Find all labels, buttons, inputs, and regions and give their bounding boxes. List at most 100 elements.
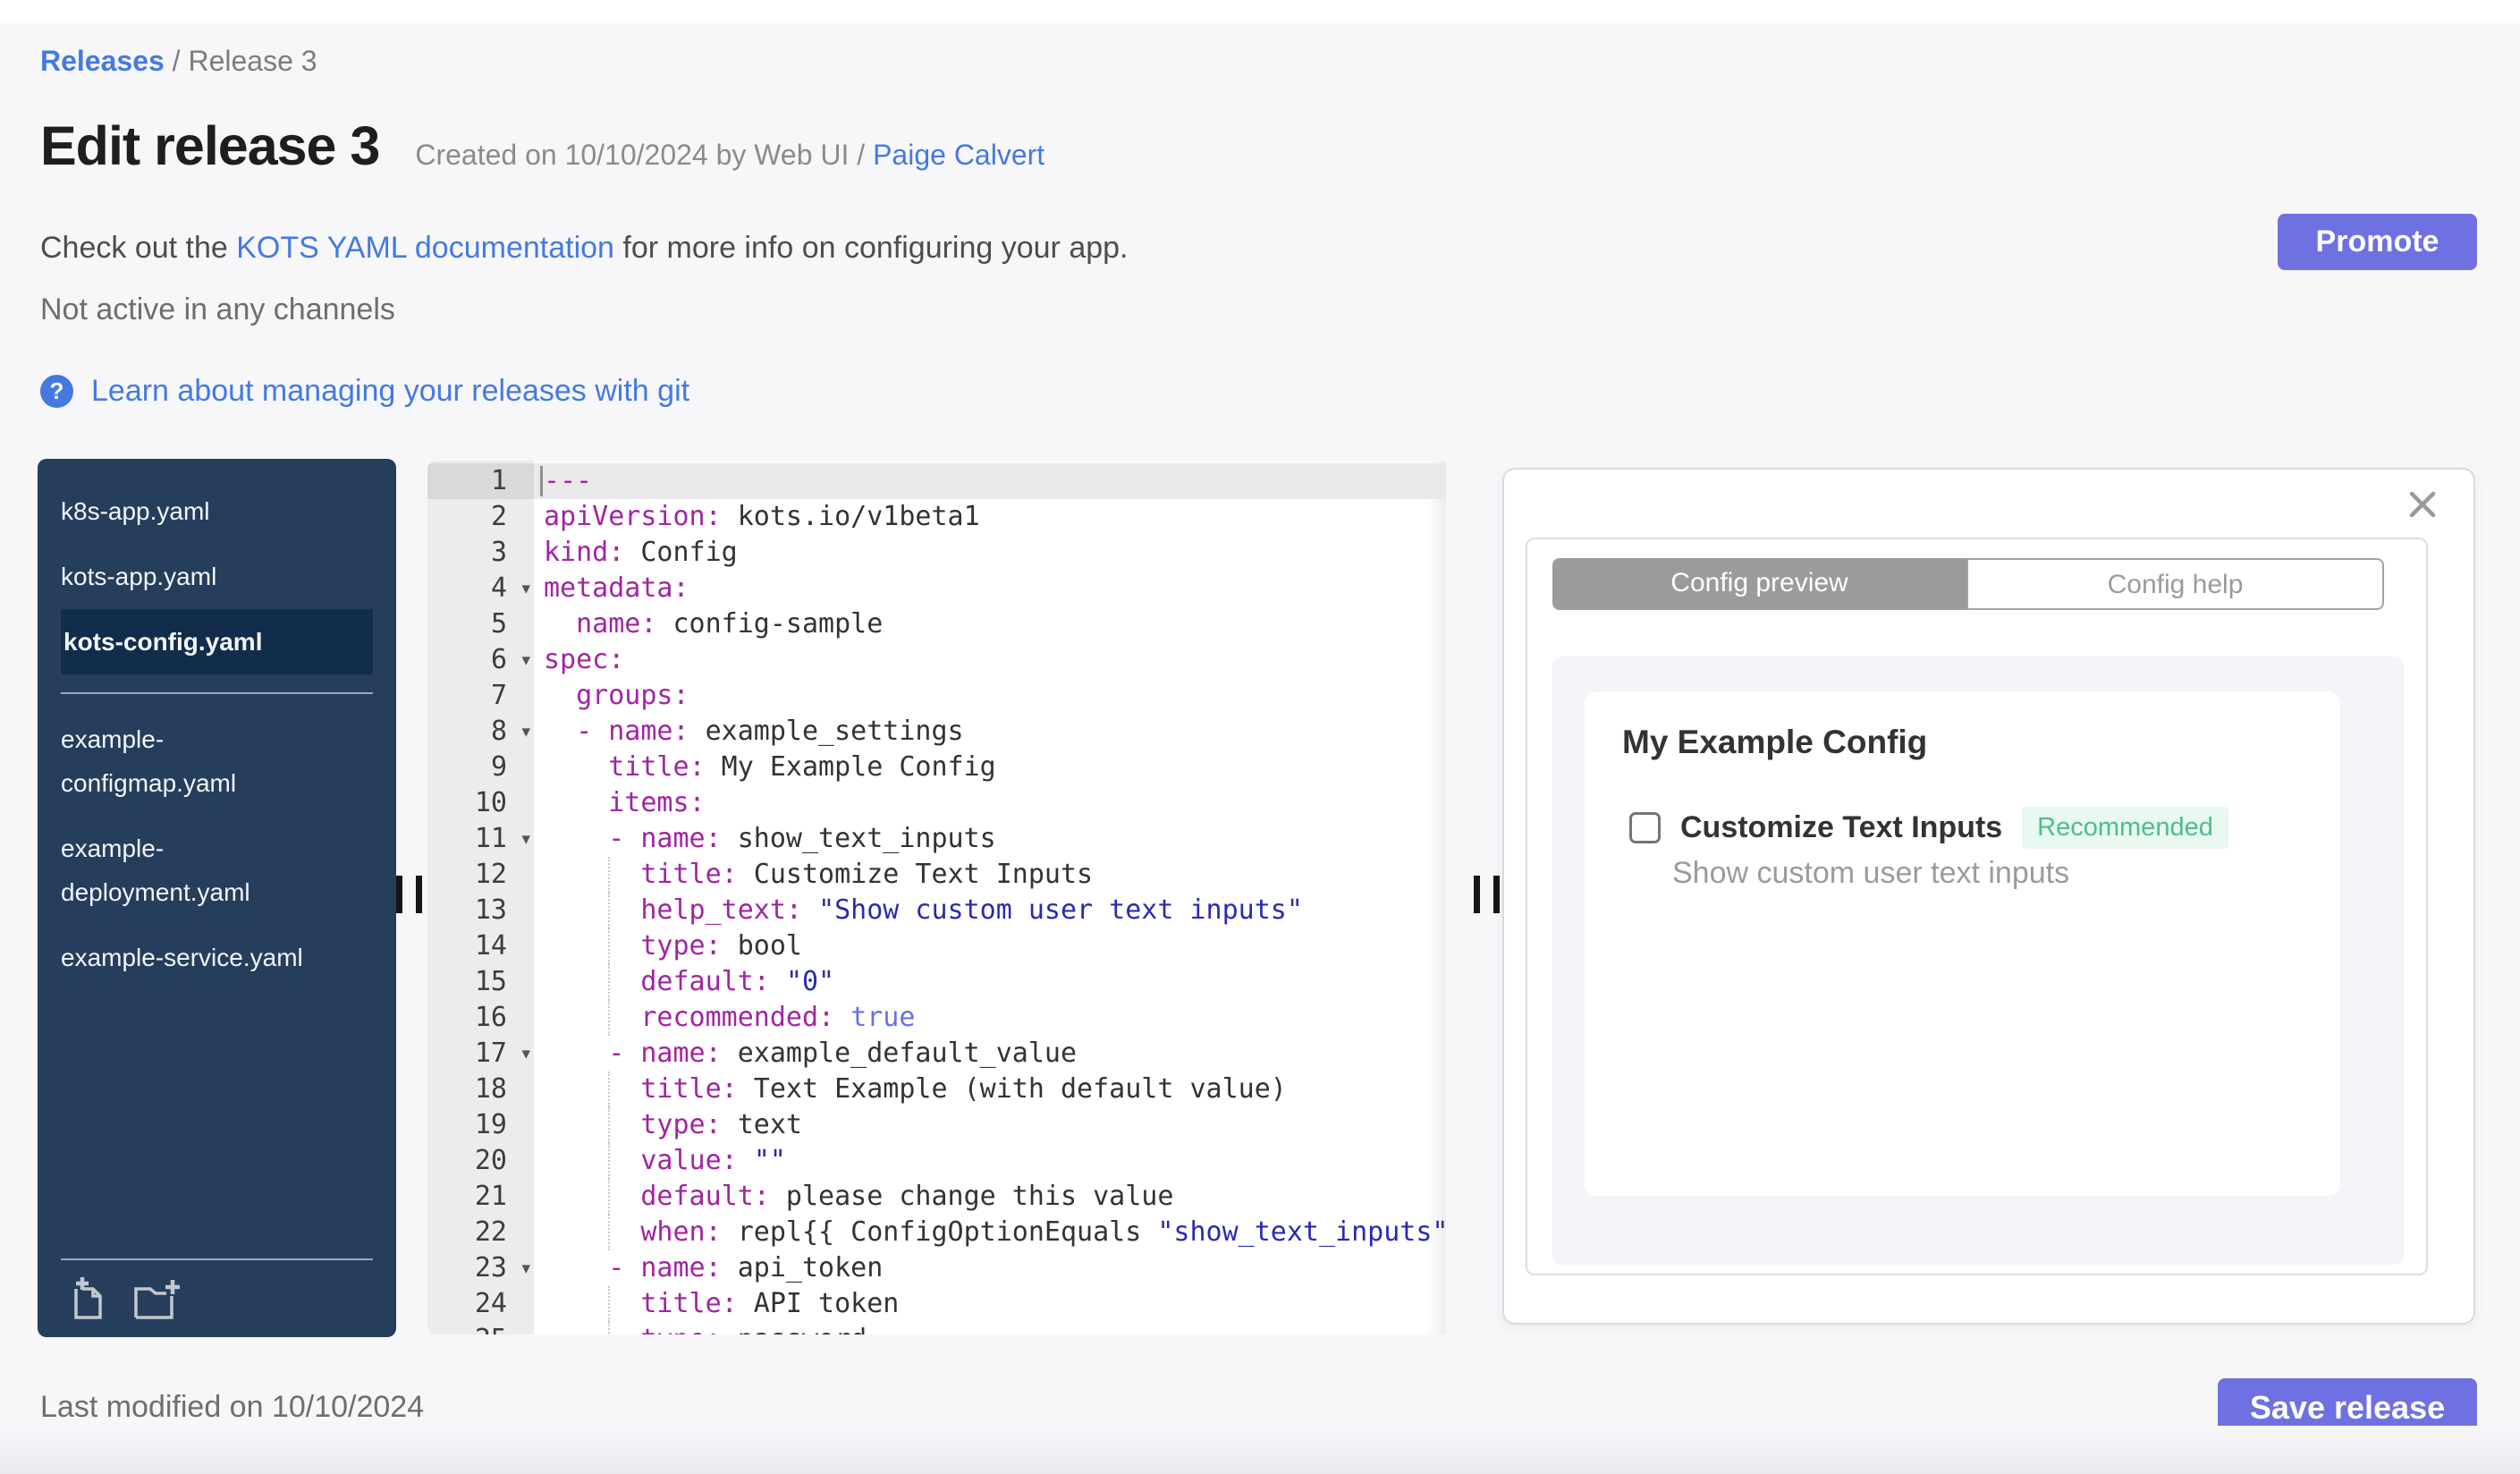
line-number: 18 (474, 1073, 507, 1105)
editor-line[interactable]: 23 ▾ - name: api_token (427, 1250, 1446, 1286)
line-number: 11 ▾ (427, 821, 534, 857)
line-number: 22 (474, 1216, 507, 1248)
code-text: --- (534, 463, 1446, 499)
editor-resize-handle[interactable] (1493, 876, 1500, 913)
kots-yaml-docs-link[interactable]: KOTS YAML documentation (236, 231, 614, 265)
line-number: 20 (474, 1145, 507, 1176)
code-text: type: bool (534, 928, 1446, 964)
editor-line[interactable]: 25 type: password (427, 1322, 1446, 1334)
fold-arrow-icon[interactable]: ▾ (521, 642, 530, 678)
code-text: - name: example_default_value (608, 1038, 1078, 1069)
line-number: 24 (474, 1288, 507, 1319)
tab-config-preview[interactable]: Config preview (1552, 558, 1966, 610)
sidebar-divider (61, 1258, 373, 1260)
editor-line[interactable]: 18 title: Text Example (with default val… (427, 1072, 1446, 1107)
sidebar-resize-handle[interactable] (396, 876, 402, 913)
line-number: 13 (474, 894, 507, 926)
code-text: default: "0" (534, 964, 1446, 1000)
author-link[interactable]: Paige Calvert (873, 139, 1044, 171)
editor-line[interactable]: 16 recommended: true (427, 1000, 1446, 1036)
new-folder-icon[interactable] (132, 1276, 184, 1323)
editor-line[interactable]: 4 ▾ metadata: (427, 571, 1446, 606)
editor-lines: 1 --- 2 apiVersion: kots.io/v1beta1 3 kind: C… (427, 461, 1446, 1334)
sidebar-resize-handle[interactable] (416, 876, 422, 913)
line-number: 25 (427, 1322, 534, 1334)
sidebar-file-item[interactable]: example-configmap.yaml (38, 707, 396, 816)
question-mark-icon[interactable]: ? (40, 375, 73, 408)
editor-line[interactable]: 8 ▾ - name: example_settings (427, 714, 1446, 750)
line-number: 14 (474, 930, 507, 961)
file-name-label: kots-config.yaml (63, 628, 263, 656)
fold-arrow-icon[interactable]: ▾ (521, 714, 530, 750)
editor-line[interactable]: 17 ▾ - name: example_default_value (427, 1036, 1446, 1072)
editor-line[interactable]: 13 help_text: "Show custom user text inp… (427, 893, 1446, 928)
fold-arrow-icon[interactable]: ▾ (521, 1036, 530, 1072)
editor-line[interactable]: 2 apiVersion: kots.io/v1beta1 (427, 499, 1446, 535)
editor-line[interactable]: 7 groups: (427, 678, 1446, 714)
breadcrumb-releases-link[interactable]: Releases (40, 45, 165, 77)
code-text: kind: Config (544, 537, 738, 568)
git-releases-link[interactable]: Learn about managing your releases with … (91, 374, 689, 409)
line-number: 6 ▾ (427, 642, 534, 678)
close-icon[interactable] (2407, 489, 2438, 520)
sidebar-file-item[interactable]: k8s-app.yaml (38, 479, 396, 544)
sidebar-file-item[interactable]: kots-config.yaml (61, 609, 373, 674)
line-number: 17 ▾ (427, 1036, 534, 1072)
line-number: 2 (490, 501, 507, 532)
fold-arrow-icon[interactable]: ▾ (521, 571, 530, 606)
file-name-label: k8s-app.yaml (61, 497, 210, 525)
new-file-icon[interactable] (64, 1276, 111, 1323)
breadcrumb-current: Release 3 (188, 45, 317, 77)
file-name-label: kots-app.yaml (61, 563, 217, 590)
tab-config-help[interactable]: Config help (1966, 558, 2384, 610)
promote-button[interactable]: Promote (2278, 214, 2477, 270)
editor-line[interactable]: 5 name: config-sample (427, 606, 1446, 642)
created-text: Created on 10/10/2024 by Web UI / (415, 139, 874, 171)
editor-line[interactable]: 6 ▾ spec: (427, 642, 1446, 678)
line-number: 19 (474, 1109, 507, 1140)
docs-line: Check out the KOTS YAML documentation fo… (40, 231, 1129, 266)
config-tabs: Config preview Config help (1552, 558, 2384, 610)
config-item-row: Customize Text Inputs Recommended (1629, 807, 2228, 849)
code-text: value: "" (534, 1143, 1446, 1179)
fold-arrow-icon[interactable]: ▾ (521, 1250, 530, 1286)
code-text: title: Text Example (with default value) (534, 1072, 1446, 1107)
editor-line[interactable]: 12 title: Customize Text Inputs (427, 857, 1446, 893)
yaml-editor[interactable]: 1 --- 2 apiVersion: kots.io/v1beta1 3 kind: C… (427, 461, 1446, 1334)
editor-line[interactable]: 14 type: bool (427, 928, 1446, 964)
line-number: 1 (427, 463, 534, 499)
preview-background: My Example Config Customize Text Inputs … (1552, 657, 2404, 1265)
page-top-strip (0, 0, 2520, 23)
code-text: spec: (544, 644, 625, 675)
editor-line[interactable]: 21 default: please change this value (427, 1179, 1446, 1215)
code-text: type: text (534, 1107, 1446, 1143)
editor-line[interactable]: 10 items: (427, 785, 1446, 821)
line-number: 9 (490, 751, 507, 783)
editor-line[interactable]: 22 when: repl{{ ConfigOptionEquals "show… (427, 1215, 1446, 1250)
code-text: default: please change this value (534, 1179, 1446, 1215)
fold-arrow-icon[interactable]: ▾ (521, 821, 530, 857)
editor-line[interactable]: 1 --- (427, 463, 1446, 499)
sidebar-file-item[interactable]: example-deployment.yaml (38, 816, 396, 925)
customize-text-inputs-checkbox[interactable] (1629, 812, 1661, 843)
code-text: apiVersion: kots.io/v1beta1 (544, 501, 980, 532)
page-bottom-fade (0, 1426, 2520, 1474)
editor-line[interactable]: 15 default: "0" (427, 964, 1446, 1000)
code-text: help_text: "Show custom user text inputs… (534, 893, 1446, 928)
editor-line[interactable]: 11 ▾ - name: show_text_inputs (427, 821, 1446, 857)
sidebar-file-item[interactable]: example-service.yaml (38, 925, 396, 990)
sidebar-file-item[interactable]: kots-app.yaml (38, 544, 396, 609)
editor-line[interactable]: 9 title: My Example Config (427, 750, 1446, 785)
editor-resize-handle[interactable] (1474, 876, 1480, 913)
line-number: 12 (474, 859, 507, 890)
config-item-label: Customize Text Inputs (1680, 810, 2003, 844)
code-text: - name: show_text_inputs (608, 823, 996, 854)
code-text: title: My Example Config (608, 751, 996, 783)
editor-line[interactable]: 3 kind: Config (427, 535, 1446, 571)
code-text: - name: api_token (608, 1252, 884, 1283)
code-text: name: config-sample (576, 608, 884, 640)
editor-line[interactable]: 19 type: text (427, 1107, 1446, 1143)
editor-line[interactable]: 24 title: API token (427, 1286, 1446, 1322)
docs-prefix: Check out the (40, 231, 237, 265)
editor-line[interactable]: 20 value: "" (427, 1143, 1446, 1179)
